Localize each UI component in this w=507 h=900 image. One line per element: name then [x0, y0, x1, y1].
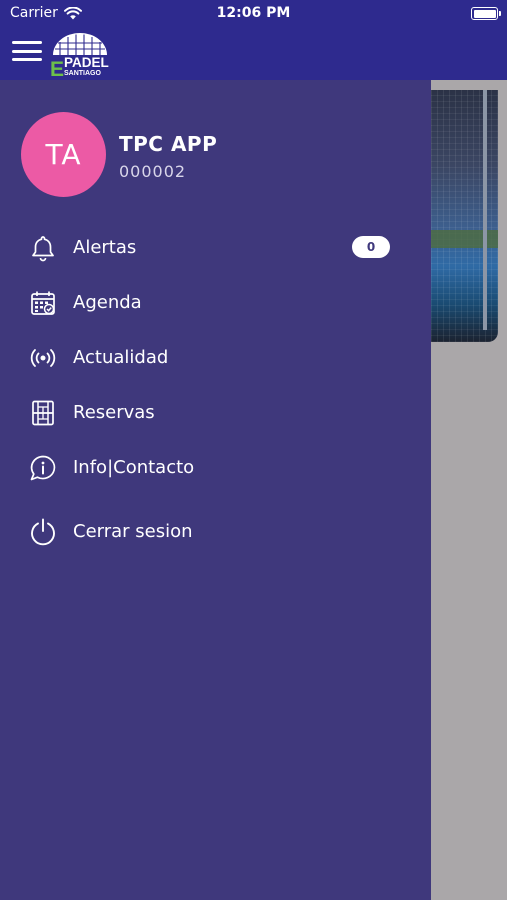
menu-item-label: Cerrar sesion	[73, 521, 193, 542]
power-icon	[31, 518, 55, 546]
menu-toggle-icon[interactable]	[12, 39, 42, 63]
background-screen	[431, 80, 507, 900]
side-drawer: TA TPC APP 000002 Alertas 0 Agenda Actua…	[0, 80, 431, 900]
menu-item-agenda[interactable]: Agenda	[0, 281, 431, 325]
user-name: TPC APP	[119, 132, 218, 156]
menu-item-label: Alertas	[73, 237, 137, 258]
menu-item-label: Reservas	[73, 402, 155, 423]
menu-item-reservas[interactable]: Reservas	[0, 391, 431, 435]
menu-item-label: Info|Contacto	[73, 457, 195, 478]
broadcast-icon	[30, 349, 56, 367]
menu-item-label: Actualidad	[73, 347, 169, 368]
padel-court-image	[431, 90, 498, 342]
bell-icon	[32, 236, 54, 262]
padel-santiago-logo: E PADEL SANTIAGO	[50, 33, 109, 79]
alert-count-badge: 0	[352, 236, 390, 258]
calendar-icon	[31, 291, 55, 315]
logo-padel-text: PADEL	[64, 55, 109, 70]
menu-item-label: Agenda	[73, 292, 142, 313]
menu-item-cerrar-sesion[interactable]: Cerrar sesion	[0, 510, 431, 554]
menu-item-alertas[interactable]: Alertas 0	[0, 226, 431, 270]
battery-icon	[471, 7, 501, 20]
clock: 12:06 PM	[216, 5, 291, 21]
user-id: 000002	[119, 162, 187, 181]
status-bar: Carrier 12:06 PM	[0, 0, 507, 28]
menu-item-info-contacto[interactable]: Info|Contacto	[0, 446, 431, 490]
menu-item-actualidad[interactable]: Actualidad	[0, 336, 431, 380]
top-navigation-bar: E PADEL SANTIAGO	[0, 28, 507, 80]
avatar: TA	[21, 112, 106, 197]
logo-letter-e: E	[50, 58, 64, 79]
info-chat-icon	[30, 455, 56, 481]
logo-santiago-text: SANTIAGO	[64, 70, 102, 77]
court-icon	[32, 400, 54, 426]
